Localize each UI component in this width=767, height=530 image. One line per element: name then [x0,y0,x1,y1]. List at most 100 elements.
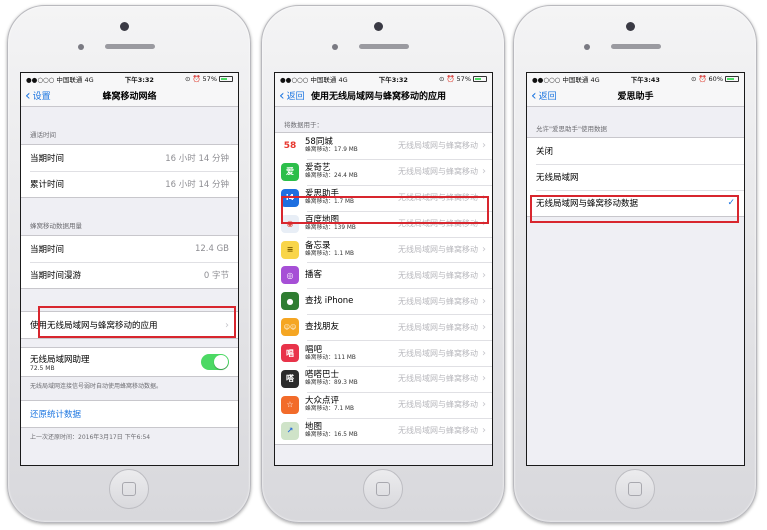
notes-icon: ≡ [281,240,299,259]
app-row[interactable]: ◎ 播客 无线局域网与蜂窝移动 › [275,262,492,288]
row-label: 当期时间漫游 [30,271,82,281]
back-label: 返回 [538,92,557,102]
app-row[interactable]: ≡ 备忘录 蜂窝移动：1.1 MB 无线局域网与蜂窝移动 › [275,236,492,263]
front-camera [120,22,129,31]
row-value: 12.4 GB [194,244,229,254]
battery-icon [219,76,233,82]
apps-using-wlan-cellular-row[interactable]: 使用无线局域网与蜂窝移动的应用 › [21,312,238,338]
chevron-right-icon: › [482,192,486,204]
i4-assistant-icon: i4 [281,188,299,207]
option-off[interactable]: 关闭 [527,138,744,164]
earpiece-speaker [105,44,155,49]
app-row[interactable]: i4 爱思助手 蜂窝移动：1.7 MB 无线局域网与蜂窝移动 › [275,184,492,211]
chevron-right-icon: › [482,425,486,437]
app-name: 播客 [305,270,323,281]
alarm-icon: ⊙ ⏰ [184,75,201,83]
wlan-assist-footer: 无线局域网连接信号弱时自动使用蜂窝移动数据。 [30,383,163,390]
row-value: 0 字节 [203,271,229,281]
app-row[interactable]: 嗒嗒嗒巴士 蜂窝移动：89.3 MB 无线局域网与蜂窝移动 › [275,366,492,392]
page-title: 爱思助手 [617,92,654,102]
app-usage: 蜂窝移动：111 MB [305,354,356,361]
app-usage: 蜂窝移动：1.7 MB [305,199,355,206]
app-row[interactable]: 爱爱奇艺 蜂窝移动：24.4 MB 无线局域网与蜂窝移动 › [275,158,492,185]
chevron-right-icon: › [482,140,486,152]
app-row[interactable]: 58 58同城 蜂窝移动：17.9 MB 无线局域网与蜂窝移动 › [275,133,492,159]
wlan-assist-usage: 72.5 MB [30,364,55,372]
app-setting-value: 无线局域网与蜂窝移动 [398,193,478,203]
home-button[interactable] [615,469,655,509]
page-title: 蜂窝移动网络 [102,92,157,102]
back-button[interactable]: ‹ 返回 [279,85,305,106]
app-name: 大众点评 [305,396,340,407]
status-time: 下午3:43 [630,76,660,84]
app-usage: 蜂窝移动：139 MB [305,225,356,232]
app-name: 爱奇艺 [305,163,331,174]
carrier-label: ●●○○○ 中国联通 4G [26,76,94,84]
app-usage: 蜂窝移动：89.3 MB [305,380,358,387]
row-label: 使用无线局域网与蜂窝移动的应用 [30,321,158,331]
earpiece-speaker [611,44,661,49]
back-button[interactable]: ‹ 设置 [25,85,51,106]
option-label: 关闭 [536,147,554,157]
chevron-right-icon: › [482,399,486,411]
cellular-usage-group: 当期时间 12.4 GB 当期时间漫游 0 字节 [21,235,238,289]
battery-percent: 57% [202,75,217,83]
chevron-right-icon: › [225,319,229,331]
wlan-assist-toggle[interactable] [201,354,229,370]
app-usage: 蜂窝移动：1.1 MB [305,251,355,257]
app-setting-value: 无线局域网与蜂窝移动 [398,219,478,229]
option-label: 无线局域网 [536,173,579,183]
battery-icon [473,76,487,82]
battery-percent: 57% [456,75,471,83]
checkmark-icon: ✓ [727,198,735,208]
reset-statistics-button[interactable]: 还原统计数据 [21,401,238,427]
app-setting-value: 无线局域网与蜂窝移动 [398,141,478,151]
proximity-sensor [332,44,338,50]
status-bar: ●●○○○ 中国联通 4G 下午3:32 ⊙ ⏰ 57% [275,73,492,85]
app-name: 地图 [305,422,323,433]
app-name: 58同城 [305,137,333,148]
app-usage: 蜂窝移动：16.5 MB [305,432,358,439]
data-roaming-row: 当期时间漫游 0 字节 [21,262,238,288]
proximity-sensor [584,44,590,50]
home-button[interactable] [363,469,403,509]
app-name: 备忘录 [305,241,331,251]
home-button[interactable] [109,469,149,509]
option-wlan-cellular[interactable]: 无线局域网与蜂窝移动数据 ✓ [527,190,744,216]
app-row[interactable]: ☺☺ 查找朋友 无线局域网与蜂窝移动 › [275,314,492,340]
row-value: 16 小时 14 分钟 [165,154,229,164]
app-row[interactable]: ☆ 大众点评 蜂窝移动：7.1 MB 无线局域网与蜂窝移动 › [275,391,492,418]
front-camera [626,22,635,31]
app-row[interactable]: ↗ 地图 蜂窝移动：16.5 MB 无线局域网与蜂窝移动 › [275,417,492,444]
back-button[interactable]: ‹ 返回 [531,85,557,106]
app-usage: 蜂窝移动：17.9 MB [305,147,358,154]
wlan-assist-label: 无线局域网助理 [30,354,90,365]
dianping-icon: ☆ [281,395,299,414]
chevron-right-icon: › [482,295,486,307]
chevron-right-icon: › [482,166,486,178]
nav-bar: ‹ 返回 使用无线局域网与蜂窝移动的应用 [275,85,492,107]
earpiece-speaker [359,44,409,49]
screen: ●●○○○ 中国联通 4G 下午3:43 ⊙ ⏰ 60% ‹ 返回 爱思助手 允… [526,72,745,466]
chevron-left-icon: ‹ [531,87,537,104]
call-time-group: 当期时间 16 小时 14 分钟 累计时间 16 小时 14 分钟 [21,144,238,198]
app-row[interactable]: ◉ 百度地图 蜂窝移动：139 MB 无线局域网与蜂窝移动 › [275,210,492,237]
app-row[interactable]: ● 查找 iPhone 无线局域网与蜂窝移动 › [275,288,492,314]
option-wlan[interactable]: 无线局域网 [527,164,744,190]
app-row[interactable]: 唱唱吧 蜂窝移动：111 MB 无线局域网与蜂窝移动 › [275,340,492,366]
alarm-icon: ⊙ ⏰ [690,75,707,83]
chevron-right-icon: › [482,347,486,359]
screen: ●●○○○ 中国联通 4G 下午3:32 ⊙ ⏰ 57% ‹ 设置 蜂窝移动网络… [20,72,239,466]
row-label: 当期时间 [30,245,65,255]
app-setting-value: 无线局域网与蜂窝移动 [398,374,478,384]
58-tongcheng-icon: 58 [281,136,299,155]
app-setting-value: 无线局域网与蜂窝移动 [398,348,478,358]
section-header-allow-data: 允许"爱思助手"使用数据 [536,125,607,133]
battery-icon [725,76,739,82]
alarm-icon: ⊙ ⏰ [438,75,455,83]
app-name: 查找朋友 [305,322,340,333]
phone-settings-cellular: ●●○○○ 中国联通 4G 下午3:32 ⊙ ⏰ 57% ‹ 设置 蜂窝移动网络… [7,5,251,523]
baidu-map-icon: ◉ [281,214,299,233]
chevron-right-icon: › [482,373,486,385]
option-label: 无线局域网与蜂窝移动数据 [536,199,639,209]
